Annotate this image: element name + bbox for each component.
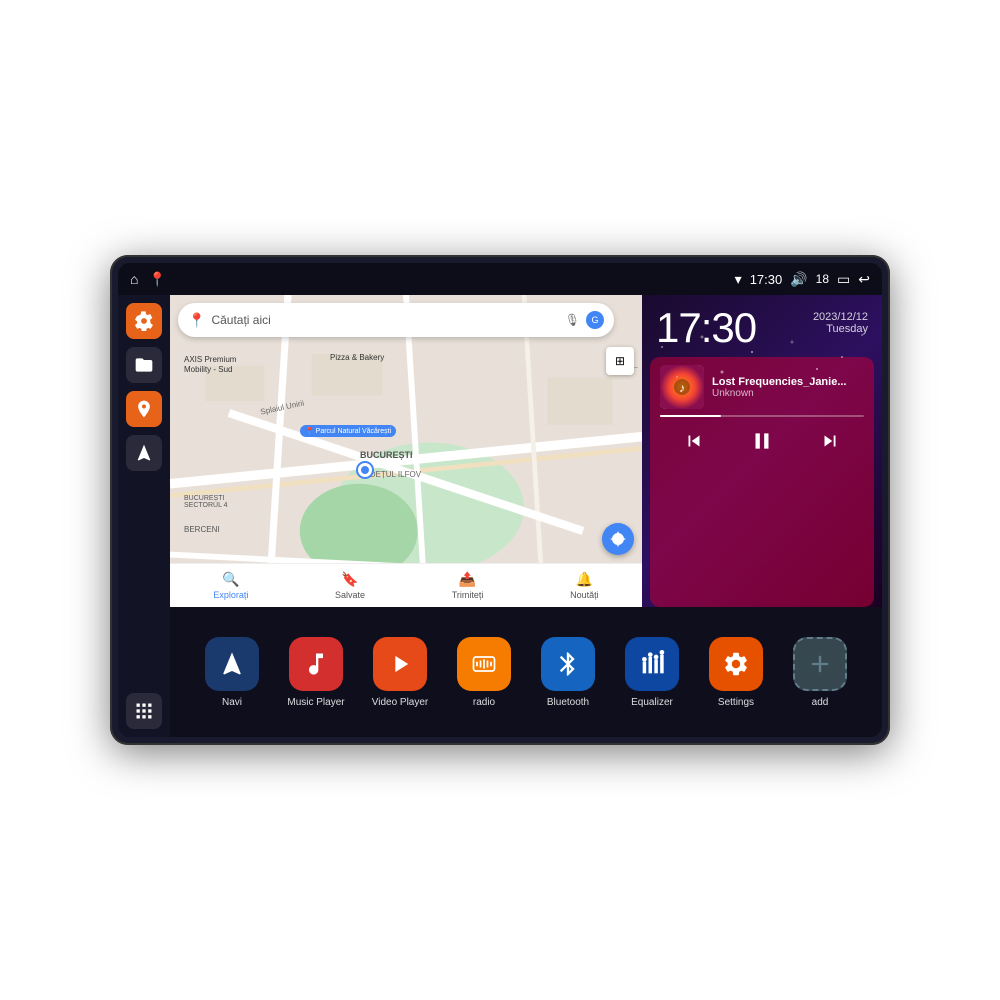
app-add[interactable]: add [785,637,855,708]
music-title: Lost Frequencies_Janie... [712,376,864,388]
app-settings[interactable]: Settings [701,637,771,708]
top-row: Google AXIS PremiumMobility - Sud Pizza … [170,295,882,607]
music-controls [660,425,864,457]
app-radio[interactable]: radio [449,637,519,708]
saved-icon: 🔖 [341,571,358,588]
status-time: 17:30 [750,272,783,287]
music-info: Lost Frequencies_Janie... Unknown [712,376,864,399]
map-panel[interactable]: Google AXIS PremiumMobility - Sud Pizza … [170,295,642,607]
add-icon [793,637,847,691]
home-icon[interactable]: ⌂ [130,271,138,287]
device-screen: ⌂ 📍 ▾ 17:30 🔊 18 ▭ ↩ [118,263,882,737]
map-account-icon[interactable]: G [586,311,604,329]
music-album-art: ♪ [660,365,704,409]
music-label: Music Player [287,697,344,708]
map-nav-saved[interactable]: 🔖 Salvate [335,571,365,600]
clock-day: Tuesday [813,323,868,335]
music-next-button[interactable] [814,425,846,457]
radio-icon [457,637,511,691]
map-nav-send[interactable]: 📤 Trimiteți [452,571,484,600]
send-icon: 📤 [459,571,476,588]
clock-section: 17:30 2023/12/12 Tuesday [642,295,882,357]
main-content: Google AXIS PremiumMobility - Sud Pizza … [118,295,882,737]
sidebar-files-button[interactable] [126,347,162,383]
news-icon: 🔔 [576,571,593,588]
volume-icon: 🔊 [790,271,807,288]
map-nav-news-label: Noutăți [570,590,599,600]
map-current-location [358,463,372,477]
map-label-buc-s4: BUCUREȘTISECTORUL 4 [184,495,228,509]
battery-icon: ▭ [837,271,850,288]
map-bottom-nav: 🔍 Explorați 🔖 Salvate 📤 Trimiteți [170,563,642,607]
settings-label: Settings [718,697,754,708]
map-search-input[interactable]: Căutați aici [211,313,558,327]
map-nav-explore[interactable]: 🔍 Explorați [213,571,248,600]
map-label-berceni: BERCENI [184,525,220,534]
svg-text:♪: ♪ [679,381,685,395]
navi-icon [205,637,259,691]
navi-label: Navi [222,697,242,708]
status-left: ⌂ 📍 [130,271,166,288]
music-player: ♪ Lost Frequencies_Janie... Unknown [650,357,874,607]
clock-date-value: 2023/12/12 [813,311,868,323]
sidebar-grid-button[interactable] [126,693,162,729]
map-search-pin-icon: 📍 [188,312,205,329]
status-right: ▾ 17:30 🔊 18 ▭ ↩ [735,271,870,288]
map-nav-send-label: Trimiteți [452,590,484,600]
clock-date: 2023/12/12 Tuesday [813,311,868,335]
map-nav-saved-label: Salvate [335,590,365,600]
map-center-button[interactable] [602,523,634,555]
music-progress-fill [660,415,721,417]
sidebar-settings-button[interactable] [126,303,162,339]
right-panel: 17:30 2023/12/12 Tuesday [642,295,882,607]
map-label-axis: AXIS PremiumMobility - Sud [184,355,236,376]
map-layers-button[interactable]: ⊞ [606,347,634,375]
music-player-icon [289,637,343,691]
map-label-pizza: Pizza & Bakery [330,353,384,362]
battery-num: 18 [816,272,829,286]
music-prev-button[interactable] [678,425,710,457]
map-nav-news[interactable]: 🔔 Noutăți [570,571,599,600]
map-nav-explore-label: Explorați [213,590,248,600]
radio-label: radio [473,697,495,708]
video-player-icon [373,637,427,691]
music-track-info: ♪ Lost Frequencies_Janie... Unknown [660,365,864,409]
map-pin-parc[interactable]: 📍 Parcul Natural Văcărești [300,425,396,437]
sidebar-map-button[interactable] [126,391,162,427]
app-music[interactable]: Music Player [281,637,351,708]
wifi-icon: ▾ [735,271,742,288]
music-pause-button[interactable] [746,425,778,457]
app-equalizer[interactable]: Equalizer [617,637,687,708]
equalizer-icon [625,637,679,691]
add-label: add [812,697,829,708]
bluetooth-icon [541,637,595,691]
bluetooth-label: Bluetooth [547,697,589,708]
maps-icon[interactable]: 📍 [148,271,165,288]
left-sidebar [118,295,170,737]
status-bar: ⌂ 📍 ▾ 17:30 🔊 18 ▭ ↩ [118,263,882,295]
app-video[interactable]: Video Player [365,637,435,708]
sidebar-nav-button[interactable] [126,435,162,471]
app-navi[interactable]: Navi [197,637,267,708]
map-mic-icon[interactable]: 🎙 [565,313,580,327]
device-frame: ⌂ 📍 ▾ 17:30 🔊 18 ▭ ↩ [110,255,890,745]
music-artist: Unknown [712,388,864,399]
map-search-bar[interactable]: 📍 Căutați aici 🎙 G [178,303,614,337]
center-area: Google AXIS PremiumMobility - Sud Pizza … [170,295,882,737]
app-grid: Navi Music Player Video Player [170,607,882,737]
music-progress-bar[interactable] [660,415,864,417]
settings-icon [709,637,763,691]
app-bluetooth[interactable]: Bluetooth [533,637,603,708]
map-label-buc: BUCUREȘTI [360,450,413,460]
equalizer-label: Equalizer [631,697,673,708]
explore-icon: 🔍 [222,571,239,588]
video-label: Video Player [372,697,429,708]
back-icon[interactable]: ↩ [858,271,870,288]
clock-time: 17:30 [656,307,756,349]
